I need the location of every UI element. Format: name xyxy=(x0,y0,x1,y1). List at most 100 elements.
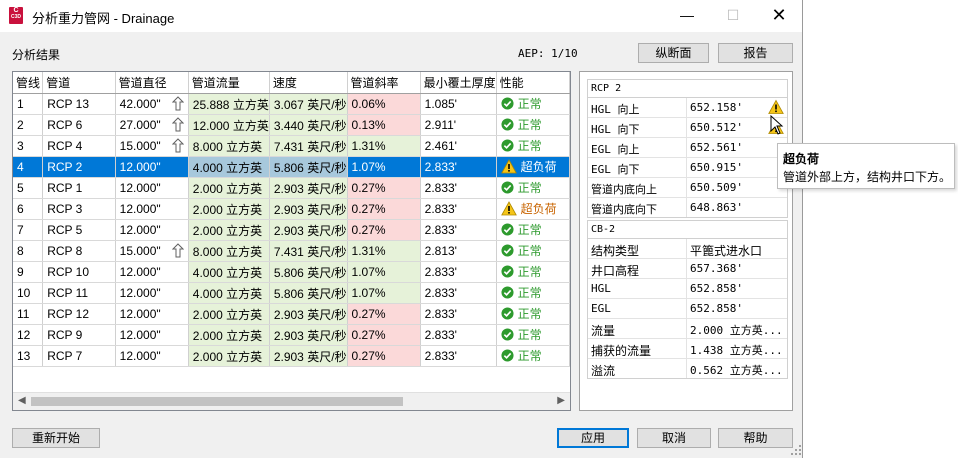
cell-slope[interactable]: 0.27% xyxy=(347,198,421,220)
cell-min-cover[interactable]: 2.833' xyxy=(420,261,497,283)
column-header-slope[interactable]: 管道斜率 xyxy=(347,72,421,94)
cell-diameter[interactable]: 27.000" xyxy=(115,114,189,136)
cell-min-cover[interactable]: 2.833' xyxy=(420,324,497,346)
cell-diameter[interactable]: 15.000" xyxy=(115,240,189,262)
cell-pipe[interactable]: RCP 5 xyxy=(42,219,116,241)
cell-pipe[interactable]: RCP 11 xyxy=(42,282,116,304)
cell-slope[interactable]: 0.06% xyxy=(347,93,421,115)
scrollbar-thumb[interactable] xyxy=(31,397,403,406)
cell-min-cover[interactable]: 2.833' xyxy=(420,219,497,241)
cell-diameter[interactable]: 12.000" xyxy=(115,156,189,178)
cell-flow[interactable]: 2.000 立方英 xyxy=(188,303,270,325)
cell-velocity[interactable]: 2.903 英尺/秒 xyxy=(269,219,348,241)
cell-line[interactable]: 1 xyxy=(13,93,44,115)
cell-line[interactable]: 13 xyxy=(13,345,44,367)
cell-diameter[interactable]: 12.000" xyxy=(115,261,189,283)
cell-min-cover[interactable]: 2.833' xyxy=(420,198,497,220)
cell-line[interactable]: 5 xyxy=(13,177,44,199)
cell-flow[interactable]: 2.000 立方英 xyxy=(188,177,270,199)
cell-diameter[interactable]: 12.000" xyxy=(115,282,189,304)
cell-flow[interactable]: 12.000 立方英 xyxy=(188,114,270,136)
cell-min-cover[interactable]: 2.461' xyxy=(420,135,497,157)
column-header-velocity[interactable]: 速度 xyxy=(269,72,348,94)
cell-pipe[interactable]: RCP 6 xyxy=(42,114,116,136)
profile-button[interactable]: 纵断面 xyxy=(638,43,709,63)
resize-grip-icon[interactable] xyxy=(790,444,802,456)
table-row[interactable]: 9 RCP 10 12.000" 4.000 立方英 5.806 英尺/秒 1.07% 2.… xyxy=(13,261,570,283)
cell-flow[interactable]: 25.888 立方英 xyxy=(188,93,270,115)
cell-slope[interactable]: 1.07% xyxy=(347,156,421,178)
cell-velocity[interactable]: 5.806 英尺/秒 xyxy=(269,156,348,178)
cell-pipe[interactable]: RCP 12 xyxy=(42,303,116,325)
cell-min-cover[interactable]: 2.833' xyxy=(420,156,497,178)
cell-velocity[interactable]: 3.067 英尺/秒 xyxy=(269,93,348,115)
cell-min-cover[interactable]: 2.813' xyxy=(420,240,497,262)
cell-min-cover[interactable]: 2.833' xyxy=(420,177,497,199)
cell-line[interactable]: 4 xyxy=(13,156,44,178)
cell-velocity[interactable]: 2.903 英尺/秒 xyxy=(269,345,348,367)
cell-velocity[interactable]: 2.903 英尺/秒 xyxy=(269,177,348,199)
cell-performance[interactable]: 正常 xyxy=(496,303,570,325)
cell-pipe[interactable]: RCP 13 xyxy=(42,93,116,115)
restart-button[interactable]: 重新开始 xyxy=(12,428,100,448)
cell-line[interactable]: 11 xyxy=(13,303,44,325)
cell-line[interactable]: 9 xyxy=(13,261,44,283)
cell-velocity[interactable]: 7.431 英尺/秒 xyxy=(269,240,348,262)
cell-pipe[interactable]: RCP 3 xyxy=(42,198,116,220)
cell-slope[interactable]: 1.31% xyxy=(347,240,421,262)
cell-min-cover[interactable]: 2.833' xyxy=(420,345,497,367)
cell-pipe[interactable]: RCP 2 xyxy=(42,156,116,178)
cell-slope[interactable]: 0.27% xyxy=(347,345,421,367)
cell-diameter[interactable]: 12.000" xyxy=(115,324,189,346)
cell-min-cover[interactable]: 2.911' xyxy=(420,114,497,136)
cell-line[interactable]: 3 xyxy=(13,135,44,157)
column-header-flow[interactable]: 管道流量 xyxy=(188,72,270,94)
cell-slope[interactable]: 0.27% xyxy=(347,324,421,346)
cell-flow[interactable]: 4.000 立方英 xyxy=(188,156,270,178)
cell-performance[interactable]: 正常 xyxy=(496,345,570,367)
cell-line[interactable]: 6 xyxy=(13,198,44,220)
cell-performance[interactable]: 正常 xyxy=(496,324,570,346)
table-row[interactable]: 5 RCP 1 12.000" 2.000 立方英 2.903 英尺/秒 0.27% 2.8… xyxy=(13,177,570,199)
cell-pipe[interactable]: RCP 1 xyxy=(42,177,116,199)
column-header-performance[interactable]: 性能 xyxy=(496,72,570,94)
cell-velocity[interactable]: 2.903 英尺/秒 xyxy=(269,303,348,325)
cell-pipe[interactable]: RCP 7 xyxy=(42,345,116,367)
minimize-button[interactable]: — xyxy=(664,0,710,32)
cell-flow[interactable]: 2.000 立方英 xyxy=(188,345,270,367)
cell-slope[interactable]: 1.31% xyxy=(347,135,421,157)
table-row[interactable]: 3 RCP 4 15.000" 8.000 立方英 7.431 英尺/秒 1.31% 2.4… xyxy=(13,135,570,157)
cell-velocity[interactable]: 2.903 英尺/秒 xyxy=(269,324,348,346)
cell-min-cover[interactable]: 1.085' xyxy=(420,93,497,115)
cell-line[interactable]: 10 xyxy=(13,282,44,304)
cell-flow[interactable]: 4.000 立方英 xyxy=(188,261,270,283)
cell-diameter[interactable]: 12.000" xyxy=(115,345,189,367)
cell-flow[interactable]: 2.000 立方英 xyxy=(188,219,270,241)
cell-performance[interactable]: 正常 xyxy=(496,135,570,157)
scroll-right-icon[interactable]: ▶ xyxy=(557,395,565,406)
table-row[interactable]: 8 RCP 8 15.000" 8.000 立方英 7.431 英尺/秒 1.31% 2.8… xyxy=(13,240,570,262)
cell-performance[interactable]: 正常 xyxy=(496,219,570,241)
cell-performance[interactable]: 正常 xyxy=(496,282,570,304)
cell-diameter[interactable]: 12.000" xyxy=(115,303,189,325)
cell-pipe[interactable]: RCP 4 xyxy=(42,135,116,157)
cell-performance[interactable]: 正常 xyxy=(496,177,570,199)
cell-slope[interactable]: 0.13% xyxy=(347,114,421,136)
cell-diameter[interactable]: 42.000" xyxy=(115,93,189,115)
cell-velocity[interactable]: 3.440 英尺/秒 xyxy=(269,114,348,136)
column-header-min-cover[interactable]: 最小覆土厚度 xyxy=(420,72,497,94)
horizontal-scrollbar[interactable]: ◀ ▶ xyxy=(13,392,570,410)
cell-slope[interactable]: 1.07% xyxy=(347,261,421,283)
cell-performance[interactable]: 超负荷 xyxy=(496,198,570,220)
table-row[interactable]: 11 RCP 12 12.000" 2.000 立方英 2.903 英尺/秒 0.27% 2… xyxy=(13,303,570,325)
cancel-button[interactable]: 取消 xyxy=(637,428,711,448)
cell-flow[interactable]: 4.000 立方英 xyxy=(188,282,270,304)
cell-pipe[interactable]: RCP 10 xyxy=(42,261,116,283)
cell-line[interactable]: 12 xyxy=(13,324,44,346)
column-header-diameter[interactable]: 管道直径 xyxy=(115,72,189,94)
cell-performance[interactable]: 正常 xyxy=(496,240,570,262)
table-row[interactable]: 7 RCP 5 12.000" 2.000 立方英 2.903 英尺/秒 0.27% 2.8… xyxy=(13,219,570,241)
cell-velocity[interactable]: 5.806 英尺/秒 xyxy=(269,282,348,304)
cell-slope[interactable]: 0.27% xyxy=(347,177,421,199)
cell-pipe[interactable]: RCP 8 xyxy=(42,240,116,262)
